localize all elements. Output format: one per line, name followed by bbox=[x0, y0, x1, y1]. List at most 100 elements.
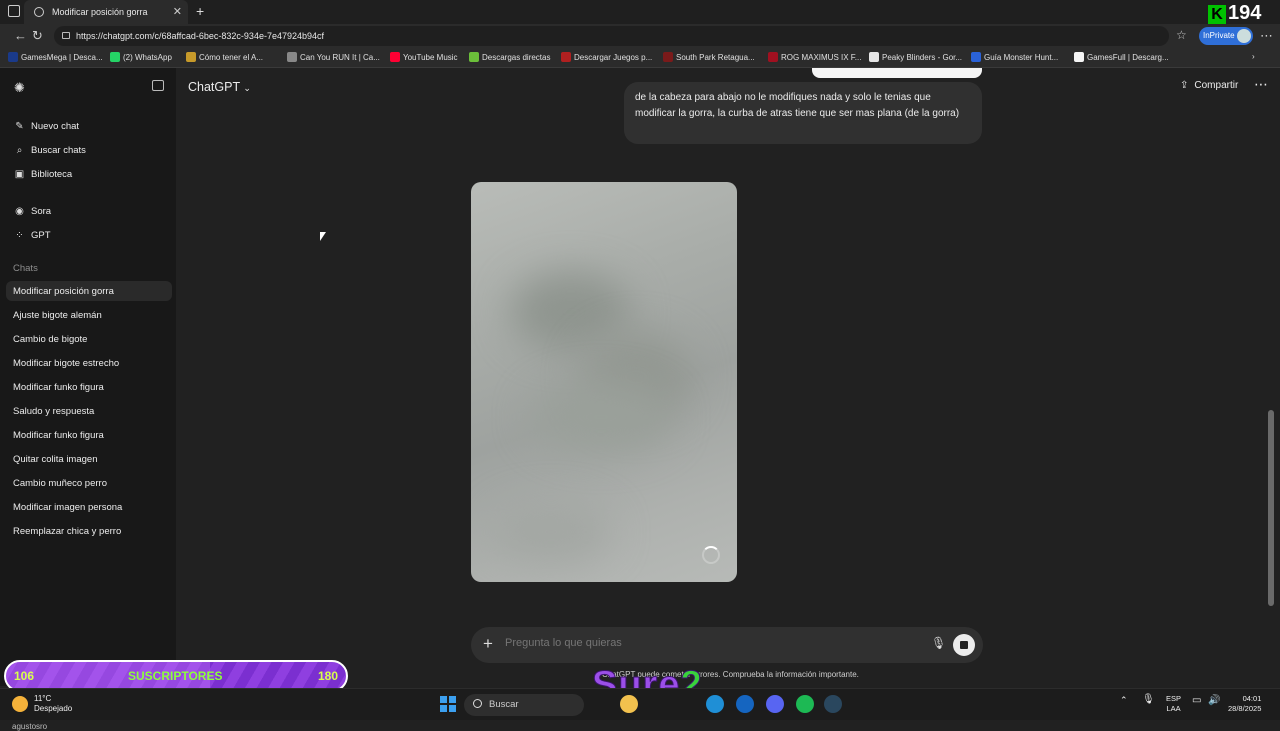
favorites-icon[interactable]: ☆ bbox=[1176, 28, 1187, 42]
bookmark-favicon-icon bbox=[469, 52, 479, 62]
sidebar-item[interactable]: ▣ Biblioteca bbox=[14, 169, 72, 180]
taskbar-search[interactable]: Buscar bbox=[464, 694, 584, 716]
sidebar-item[interactable]: ⁘ GPT bbox=[14, 230, 50, 241]
search-icon bbox=[473, 699, 482, 708]
chat-history-item[interactable]: Modificar funko figura bbox=[13, 430, 104, 441]
chat-history-item[interactable]: Ajuste bigote alemán bbox=[13, 310, 102, 321]
language-indicator[interactable]: ESP LAA bbox=[1166, 694, 1181, 714]
bookmark-item[interactable]: Peaky Blinders - Gor... bbox=[869, 52, 962, 62]
volume-icon[interactable]: 🔊 bbox=[1208, 695, 1220, 706]
chat-history-item[interactable]: Saludo y respuesta bbox=[13, 406, 94, 417]
sidebar-item-label: Buscar chats bbox=[31, 145, 86, 156]
bookmark-favicon-icon bbox=[287, 52, 297, 62]
add-attachment-icon[interactable]: + bbox=[483, 634, 493, 654]
sidebar-item[interactable]: ◉ Sora bbox=[14, 206, 51, 217]
main-panel: ChatGPT ⌄ ⇪ Compartir ⋯ de la cabeza para… bbox=[176, 68, 1280, 686]
window-menu-icon[interactable] bbox=[8, 5, 20, 17]
bookmark-item[interactable]: GamesFull | Descarg... bbox=[1074, 52, 1169, 62]
sidebar: ✺ ✎ Nuevo chat ⌕ Buscar chats ▣ Biblioteca ◉ S… bbox=[0, 68, 176, 731]
system-clock[interactable]: 04:01 28/8/2025 bbox=[1228, 694, 1261, 714]
user-message-text: de la cabeza para abajo no le modifiques… bbox=[635, 92, 960, 119]
stop-generating-button[interactable] bbox=[953, 634, 975, 656]
refresh-icon[interactable]: ↻ bbox=[32, 28, 43, 44]
previous-message-bubble bbox=[812, 68, 982, 78]
bookmark-favicon-icon bbox=[663, 52, 673, 62]
windows-taskbar: 11°C Despejado Buscar ⌃ 🎙 ESP LAA ▭ 🔊 04:0… bbox=[0, 688, 1280, 720]
model-selector[interactable]: ChatGPT ⌄ bbox=[188, 80, 251, 94]
model-label: ChatGPT bbox=[188, 80, 240, 94]
edge-icon[interactable] bbox=[706, 695, 724, 713]
user-name[interactable]: agustosro bbox=[12, 722, 47, 731]
sidebar-item-label: Nuevo chat bbox=[31, 121, 80, 132]
follower-counter: K 194 bbox=[1208, 2, 1261, 25]
share-label: Compartir bbox=[1194, 80, 1239, 91]
sidebar-item-icon: ⌕ bbox=[16, 145, 23, 156]
sun-icon bbox=[12, 696, 28, 712]
subs-label: SUSCRIPTORES bbox=[128, 669, 223, 683]
chat-history-item[interactable]: Modificar imagen persona bbox=[13, 502, 122, 513]
bookmark-item[interactable]: (2) WhatsApp bbox=[110, 52, 172, 62]
browser-menu-icon[interactable]: ⋯ bbox=[1260, 28, 1273, 44]
openai-logo-icon[interactable]: ✺ bbox=[14, 80, 25, 96]
toggle-sidebar-icon[interactable] bbox=[152, 80, 164, 91]
bookmark-item[interactable]: South Park Retagua... bbox=[663, 52, 755, 62]
bookmark-item[interactable]: YouTube Music bbox=[390, 52, 458, 62]
network-icon[interactable]: ▭ bbox=[1192, 695, 1201, 706]
inprivate-badge[interactable]: InPrivate bbox=[1199, 27, 1253, 45]
profile-avatar bbox=[1237, 29, 1251, 43]
share-icon: ⇪ bbox=[1180, 80, 1189, 91]
sidebar-item[interactable]: ✎ Nuevo chat bbox=[14, 121, 79, 132]
spotify-icon[interactable] bbox=[796, 695, 814, 713]
chat-history-item[interactable]: Modificar posición gorra bbox=[13, 286, 114, 297]
chat-history-item[interactable]: Quitar colita imagen bbox=[13, 454, 97, 465]
sidebar-item[interactable]: ⌕ Buscar chats bbox=[14, 145, 86, 156]
microphone-tray-icon[interactable]: 🎙 bbox=[1142, 694, 1155, 705]
bookmark-item[interactable]: Descargar Juegos p... bbox=[561, 52, 652, 62]
browser-tab[interactable]: Modificar posición gorra ✕ bbox=[24, 0, 188, 24]
bookmark-item[interactable]: GamesMega | Desca... bbox=[8, 52, 103, 62]
chat-history-item[interactable]: Modificar bigote estrecho bbox=[13, 358, 119, 369]
bookmark-favicon-icon bbox=[1074, 52, 1084, 62]
chat-history-item[interactable]: Cambio muñeco perro bbox=[13, 478, 107, 489]
outlook-icon[interactable] bbox=[736, 695, 754, 713]
microphone-icon[interactable]: 🎙 bbox=[931, 636, 946, 650]
chat-history-item[interactable]: Cambio de bigote bbox=[13, 334, 87, 345]
lang-primary: ESP bbox=[1166, 694, 1182, 703]
bookmarks-overflow-icon[interactable]: › bbox=[1252, 52, 1255, 61]
windows-start-icon[interactable] bbox=[440, 696, 456, 712]
new-tab-icon[interactable]: + bbox=[196, 3, 204, 19]
bookmark-label: Guía Monster Hunt... bbox=[984, 52, 1059, 62]
bookmark-favicon-icon bbox=[971, 52, 981, 62]
blur-blob bbox=[531, 382, 671, 452]
steam-icon[interactable] bbox=[824, 695, 842, 713]
url-text: https://chatgpt.com/c/68affcad-6bec-832c… bbox=[76, 31, 325, 41]
bookmark-label: GamesMega | Desca... bbox=[21, 52, 103, 62]
bookmark-item[interactable]: Descargas directas bbox=[469, 52, 550, 62]
close-tab-icon[interactable]: ✕ bbox=[173, 5, 182, 18]
bookmark-item[interactable]: Cómo tener el A... bbox=[186, 52, 263, 62]
url-field[interactable]: https://chatgpt.com/c/68affcad-6bec-832c… bbox=[54, 26, 1169, 46]
bookmark-favicon-icon bbox=[561, 52, 571, 62]
clock-time: 04:01 bbox=[1242, 694, 1262, 703]
discord-icon[interactable] bbox=[766, 695, 784, 713]
sidebar-item-icon: ▣ bbox=[14, 169, 25, 180]
prompt-input[interactable] bbox=[505, 637, 905, 649]
bookmark-item[interactable]: Guía Monster Hunt... bbox=[971, 52, 1058, 62]
chat-history-item[interactable]: Modificar funko figura bbox=[13, 382, 104, 393]
bookmark-item[interactable]: Can You RUN It | Ca... bbox=[287, 52, 380, 62]
weather-desc: Despejado bbox=[34, 704, 73, 713]
share-button[interactable]: ⇪ Compartir bbox=[1180, 80, 1238, 91]
main-scrollbar[interactable] bbox=[1268, 410, 1274, 606]
bookmark-favicon-icon bbox=[186, 52, 196, 62]
tray-chevron-icon[interactable]: ⌃ bbox=[1120, 695, 1128, 706]
weather-widget[interactable]: 11°C Despejado bbox=[12, 694, 72, 714]
chat-history-item[interactable]: Reemplazar chica y perro bbox=[13, 526, 121, 537]
file-explorer-icon[interactable] bbox=[620, 695, 638, 713]
loading-spinner-icon bbox=[702, 546, 720, 564]
bookmark-item[interactable]: ROG MAXIMUS IX F... bbox=[768, 52, 861, 62]
back-icon[interactable]: ← bbox=[14, 28, 27, 43]
more-options-icon[interactable]: ⋯ bbox=[1254, 76, 1268, 93]
counter-value: 194 bbox=[1228, 2, 1262, 24]
address-bar-row: ← ↻ https://chatgpt.com/c/68affcad-6bec-… bbox=[0, 24, 1280, 48]
bookmark-label: ROG MAXIMUS IX F... bbox=[781, 52, 862, 62]
